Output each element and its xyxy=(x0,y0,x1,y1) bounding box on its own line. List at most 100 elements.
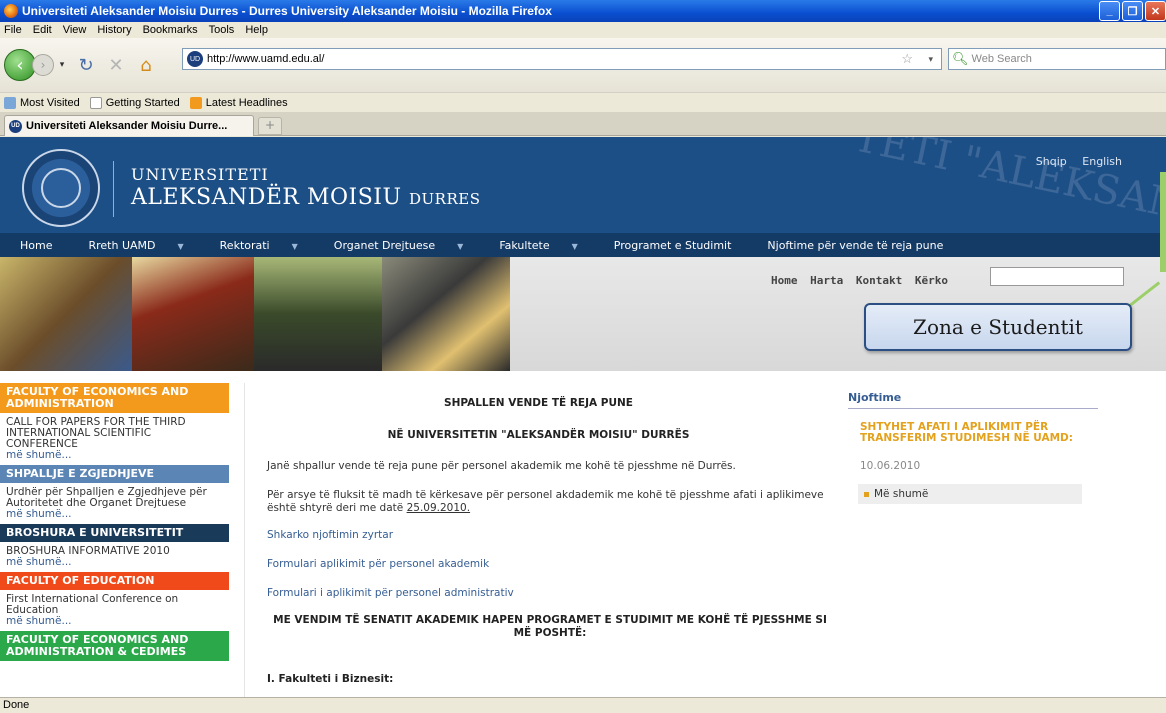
nav-rektorati[interactable]: Rektorati ▼ xyxy=(220,239,316,252)
left-block-heading[interactable]: FACULTY OF EDUCATION xyxy=(0,572,229,590)
nav-label: Fakultete xyxy=(499,238,550,252)
bookmark-most-visited[interactable]: Most Visited xyxy=(4,96,80,109)
menu-tools[interactable]: Tools xyxy=(209,24,235,36)
nav-home[interactable]: Home xyxy=(20,239,70,252)
lang-english[interactable]: English xyxy=(1082,155,1122,168)
site-favicon-icon: UD xyxy=(9,119,22,133)
menu-bookmarks[interactable]: Bookmarks xyxy=(143,24,198,36)
bookmark-star-icon[interactable]: ☆ xyxy=(901,51,913,67)
banner-photo-auditorium xyxy=(132,257,254,371)
chevron-down-icon: ▼ xyxy=(571,241,578,251)
left-block-text: CALL FOR PAPERS FOR THE THIRD INTERNATIO… xyxy=(6,416,186,450)
left-block-heading[interactable]: FACULTY OF ECONOMICS AND ADMINISTRATION xyxy=(0,383,229,413)
nav-label: Programet e Studimit xyxy=(613,238,732,252)
main-heading-1: SHPALLEN VENDE TË REJA PUNE xyxy=(444,397,633,409)
banner-photos xyxy=(0,257,510,371)
forward-icon[interactable]: › xyxy=(32,54,54,76)
left-block-body: First International Conference on Educat… xyxy=(0,590,229,631)
window-title: Universiteti Aleksander Moisiu Durres - … xyxy=(22,4,552,18)
toplink-harta[interactable]: Harta xyxy=(810,274,843,287)
nav-fakultete[interactable]: Fakultete ▼ xyxy=(499,239,595,252)
site-title-line2: Aleksandër Moisiu Durres xyxy=(131,185,481,210)
link-row-3: Formulari i aplikimit për personel admin… xyxy=(267,587,514,600)
main-paragraph-1: Janë shpallur vende të reja pune për per… xyxy=(267,460,736,472)
bookmark-label: Most Visited xyxy=(20,96,80,109)
callout-pointer xyxy=(1160,172,1166,272)
toplink-kerko[interactable]: Kërko xyxy=(915,274,948,287)
student-zone-callout[interactable]: Zona e Studentit xyxy=(864,303,1132,351)
rss-icon xyxy=(189,96,202,109)
stop-icon[interactable]: ✕ xyxy=(106,55,126,76)
toplink-kontakt[interactable]: Kontakt xyxy=(856,274,902,287)
site-title-line1: Universiteti xyxy=(131,165,269,184)
page-viewport: Universiteti Aleksandër Moisiu Durres TE… xyxy=(0,137,1166,697)
menu-view[interactable]: View xyxy=(63,24,87,36)
window-titlebar: Universiteti Aleksander Moisiu Durres - … xyxy=(0,0,1166,22)
nav-programet[interactable]: Programet e Studimit xyxy=(614,239,750,252)
university-seal-logo[interactable] xyxy=(22,149,100,227)
left-block-body: CALL FOR PAPERS FOR THE THIRD INTERNATIO… xyxy=(0,413,229,465)
nav-organet-drejtuese[interactable]: Organet Drejtuese ▼ xyxy=(334,239,482,252)
left-block-text: Urdhër për Shpalljen e Zgjedhjeve për Au… xyxy=(6,486,207,509)
link-row-1: Shkarko njoftimin zyrtar xyxy=(267,529,393,542)
download-notice-link[interactable]: Shkarko njoftimin zyrtar xyxy=(267,529,393,541)
maximize-icon[interactable]: ❐ xyxy=(1122,1,1143,21)
bookmark-label: Getting Started xyxy=(105,96,180,109)
tab-title: Universiteti Aleksander Moisiu Durre... xyxy=(26,120,228,132)
admin-form-link[interactable]: Formulari i aplikimit për personel admin… xyxy=(267,587,514,599)
url-text[interactable]: http://www.uamd.edu.al/ xyxy=(207,53,324,65)
menu-help[interactable]: Help xyxy=(245,24,268,36)
top-links: Home Harta Kontakt Kërko xyxy=(771,274,954,287)
minimize-icon[interactable]: _ xyxy=(1099,1,1120,21)
window-controls: _ ❐ ✕ xyxy=(1099,1,1166,21)
nav-label: Njoftime për vende të reja pune xyxy=(767,238,944,252)
left-block-body: BROSHURA INFORMATIVE 2010 më shumë... xyxy=(0,542,229,572)
bookmark-getting-started[interactable]: Getting Started xyxy=(89,96,180,109)
more-link[interactable]: më shumë... xyxy=(6,450,223,461)
toplink-home[interactable]: Home xyxy=(771,274,798,287)
site-search-input[interactable] xyxy=(990,267,1124,286)
news-headline[interactable]: SHTYHET AFATI I APLIKIMIT PËR TRANSFERIM… xyxy=(860,422,1100,444)
main-heading-4: I. Fakulteti i Biznesit: xyxy=(267,673,394,685)
more-link[interactable]: më shumë... xyxy=(6,616,223,627)
menu-edit[interactable]: Edit xyxy=(33,24,52,36)
nav-label: Organet Drejtuese xyxy=(333,238,436,252)
url-bar[interactable]: UD http://www.uamd.edu.al/ ☆ ▾ xyxy=(182,48,942,70)
status-bar: Done xyxy=(0,697,1166,713)
left-block-body: Urdhër për Shpalljen e Zgjedhjeve për Au… xyxy=(0,483,229,524)
more-link[interactable]: më shumë... xyxy=(6,557,223,568)
news-more-button[interactable]: Më shumë xyxy=(858,484,1082,504)
main-heading-3: ME VENDIM TË SENATIT AKADEMIK HAPEN PROG… xyxy=(273,614,827,639)
nav-njoftime-pune[interactable]: Njoftime për vende të reja pune xyxy=(767,239,961,252)
home-icon[interactable]: ⌂ xyxy=(136,55,156,76)
close-icon[interactable]: ✕ xyxy=(1145,1,1166,21)
news-title: Njoftime xyxy=(848,391,902,404)
lang-shqip[interactable]: Shqip xyxy=(1036,155,1067,168)
bookmark-latest-headlines[interactable]: Latest Headlines xyxy=(189,96,288,109)
bookmarks-toolbar: Most Visited Getting Started Latest Head… xyxy=(0,92,1166,112)
search-engine-icon[interactable]: 🔍︎ xyxy=(952,51,969,67)
left-block-1: FACULTY OF ECONOMICS AND ADMINISTRATION … xyxy=(0,383,229,465)
nav-rreth-uamd[interactable]: Rreth UAMD ▼ xyxy=(88,239,201,252)
news-more-label: Më shumë xyxy=(874,488,929,500)
more-link[interactable]: më shumë... xyxy=(6,509,223,520)
left-block-4: FACULTY OF EDUCATION First International… xyxy=(0,572,229,631)
menu-file[interactable]: File xyxy=(4,24,22,36)
menu-history[interactable]: History xyxy=(97,24,131,36)
tab-uamd[interactable]: UD Universiteti Aleksander Moisiu Durre.… xyxy=(4,115,254,136)
site-title-name: Aleksandër Moisiu xyxy=(131,185,402,210)
site-nav: Home Rreth UAMD ▼ Rektorati ▼ Organet Drej… xyxy=(0,233,1166,257)
reload-icon[interactable]: ↻ xyxy=(76,55,96,76)
left-block-heading[interactable]: FACULTY OF ECONOMICS AND ADMINISTRATION … xyxy=(0,631,229,661)
url-dropdown-icon[interactable]: ▾ xyxy=(928,54,933,65)
left-block-heading[interactable]: BROSHURA E UNIVERSITETIT xyxy=(0,524,229,542)
web-search-input[interactable]: 🔍︎ Web Search xyxy=(948,48,1166,70)
dropdown-arrow-icon[interactable]: ▾ xyxy=(58,60,66,70)
main-heading-2: NË UNIVERSITETIN "ALEKSANDËR MOISIU" DUR… xyxy=(387,429,690,441)
left-block-heading[interactable]: SHPALLJE E ZGJEDHJEVE xyxy=(0,465,229,483)
most-visited-icon xyxy=(4,96,16,109)
academic-form-link[interactable]: Formulari aplikimit për personel akademi… xyxy=(267,558,489,570)
bookmark-label: Latest Headlines xyxy=(205,96,288,109)
news-date: 10.06.2010 xyxy=(860,460,921,472)
new-tab-icon[interactable]: + xyxy=(258,117,282,135)
